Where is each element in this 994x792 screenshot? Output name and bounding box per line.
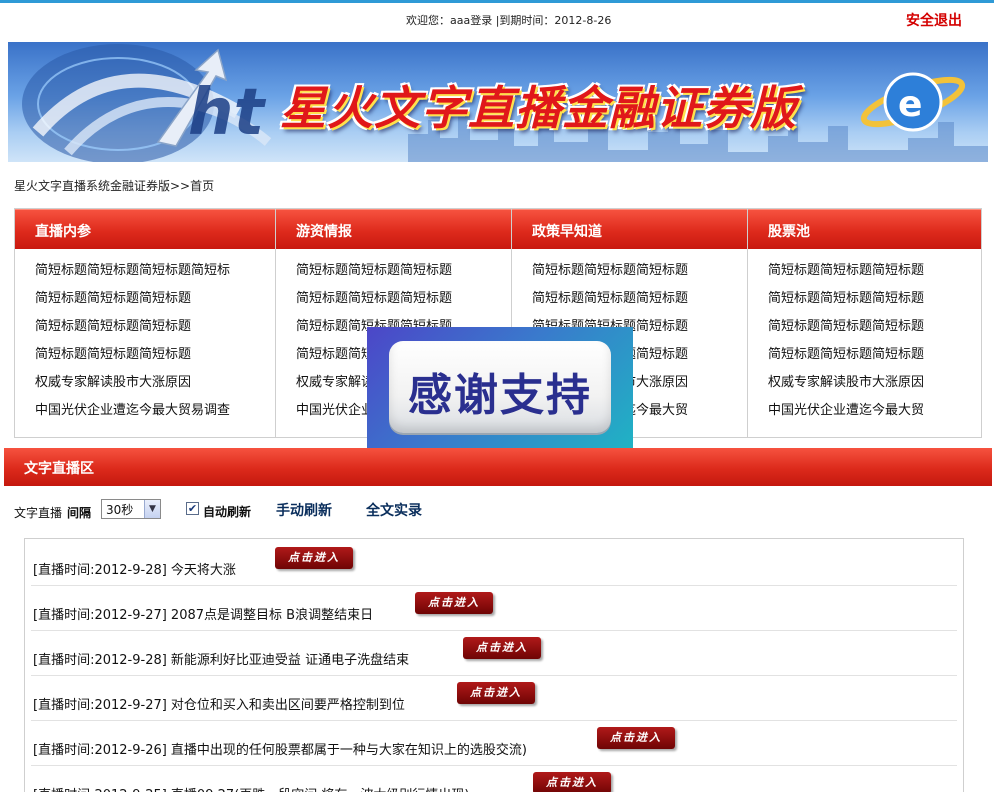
category-item[interactable]: 简短标题简短标题简短标题 (296, 285, 511, 313)
category-column-live-insider: 直播内参 简短标题简短标题简短标题简短标 简短标题简短标题简短标题 简短标题简短… (15, 209, 275, 437)
enter-button[interactable]: 点击进入 (415, 592, 493, 614)
enter-button[interactable]: 点击进入 (533, 772, 611, 792)
category-header[interactable]: 直播内参 (15, 209, 275, 249)
category-item[interactable]: 简短标题简短标题简短标题 (35, 341, 275, 369)
breadcrumb: 星火文字直播系统金融证券版>>首页 (14, 179, 215, 193)
live-controls: 文字直播 间隔 30秒 ▼ ✔ 自动刷新 手动刷新 全文实录 (14, 498, 514, 522)
category-column-stock-pool: 股票池 简短标题简短标题简短标题 简短标题简短标题简短标题 简短标题简短标题简短… (747, 209, 981, 437)
live-row-text[interactable]: [直播时间:2012-9-27] 对仓位和买入和卖出区间要严格控制到位 (33, 694, 405, 713)
category-item[interactable]: 中国光伏企业遭迄今最大贸 (768, 397, 981, 425)
category-header[interactable]: 政策早知道 (512, 209, 747, 249)
live-label: 文字直播 (14, 506, 63, 520)
full-record-link[interactable]: 全文实录 (366, 500, 422, 520)
enter-button[interactable]: 点击进入 (457, 682, 535, 704)
live-row: [直播时间:2012-9-27] 2087点是调整目标 B浪调整结束日 点击进入 (31, 586, 957, 631)
interval-value: 30秒 (106, 503, 134, 517)
category-header[interactable]: 股票池 (748, 209, 981, 249)
live-list: [直播时间:2012-9-28] 今天将大涨 点击进入 [直播时间:2012-9… (24, 538, 964, 792)
category-item[interactable]: 简短标题简短标题简短标题 (35, 313, 275, 341)
category-list: 简短标题简短标题简短标题简短标 简短标题简短标题简短标题 简短标题简短标题简短标… (15, 249, 275, 425)
auto-refresh-label: 自动刷新 (203, 505, 252, 519)
interval-select[interactable]: 30秒 ▼ (101, 499, 161, 519)
enter-button[interactable]: 点击进入 (463, 637, 541, 659)
live-section-header: 文字直播区 (4, 448, 992, 486)
live-row-text[interactable]: [直播时间:2012-9-26] 直播中出现的任何股票都属于一种与大家在知识上的… (33, 739, 527, 758)
svg-text:ht: ht (188, 76, 267, 150)
live-row: [直播时间:2012-9-27] 对仓位和买入和卖出区间要严格控制到位 点击进入 (31, 676, 957, 721)
interval-label: 间隔 (67, 506, 92, 520)
category-item[interactable]: 简短标题简短标题简短标题 (532, 285, 747, 313)
thanks-popup-badge: 感谢支持 (389, 341, 611, 433)
live-row: [直播时间:2012-9-26] 直播中出现的任何股票都属于一种与大家在知识上的… (31, 721, 957, 766)
category-item[interactable]: 中国光伏企业遭迄今最大贸易调查 (35, 397, 275, 425)
manual-refresh-link[interactable]: 手动刷新 (276, 500, 332, 520)
category-item[interactable]: 简短标题简短标题简短标题 (768, 341, 981, 369)
chevron-down-icon[interactable]: ▼ (144, 500, 160, 518)
enter-button[interactable]: 点击进入 (275, 547, 353, 569)
svg-text:e: e (898, 84, 922, 125)
banner-title: 星火文字直播金融证券版 (280, 81, 797, 135)
category-item[interactable]: 权威专家解读股市大涨原因 (35, 369, 275, 397)
category-item[interactable]: 权威专家解读股市大涨原因 (768, 369, 981, 397)
live-row: [直播时间:2012-9-28] 新能源利好比亚迪受益 证通电子洗盘结束 点击进… (31, 631, 957, 676)
category-item[interactable]: 简短标题简短标题简短标题 (768, 285, 981, 313)
category-item[interactable]: 简短标题简短标题简短标题 (35, 285, 275, 313)
category-item[interactable]: 简短标题简短标题简短标题 (296, 257, 511, 285)
category-item[interactable]: 简短标题简短标题简短标题 (768, 313, 981, 341)
live-row: [直播时间:2012-9-28] 今天将大涨 点击进入 (31, 541, 957, 586)
thanks-popup-text: 感谢支持 (408, 370, 592, 421)
category-header[interactable]: 游资情报 (276, 209, 511, 249)
category-item[interactable]: 简短标题简短标题简短标题简短标 (35, 257, 275, 285)
live-row-text[interactable]: [直播时间:2012-9-28] 今天将大涨 (33, 559, 236, 578)
enter-button[interactable]: 点击进入 (597, 727, 675, 749)
top-bar: 欢迎您：aaa登录 |到期时间：2012-8-26 安全退出 (0, 3, 994, 39)
live-row: [直播时间:2012-9-25] 直播09.27(再跌一段空间 将有一波大级别行… (31, 766, 957, 792)
welcome-text: 欢迎您：aaa登录 |到期时间：2012-8-26 (406, 14, 612, 27)
logout-link[interactable]: 安全退出 (906, 10, 962, 30)
live-row-text[interactable]: [直播时间:2012-9-27] 2087点是调整目标 B浪调整结束日 (33, 604, 373, 623)
thanks-popup[interactable]: 感谢支持 (367, 327, 633, 453)
site-banner: ht e 星火文字直播金融证券版 (8, 42, 988, 162)
live-row-text[interactable]: [直播时间:2012-9-28] 新能源利好比亚迪受益 证通电子洗盘结束 (33, 649, 409, 668)
category-list: 简短标题简短标题简短标题 简短标题简短标题简短标题 简短标题简短标题简短标题 简… (748, 249, 981, 425)
category-item[interactable]: 简短标题简短标题简短标题 (768, 257, 981, 285)
category-item[interactable]: 简短标题简短标题简短标题 (532, 257, 747, 285)
auto-refresh-checkbox[interactable]: ✔ (186, 502, 199, 515)
live-row-text[interactable]: [直播时间:2012-9-25] 直播09.27(再跌一段空间 将有一波大级别行… (33, 784, 469, 792)
